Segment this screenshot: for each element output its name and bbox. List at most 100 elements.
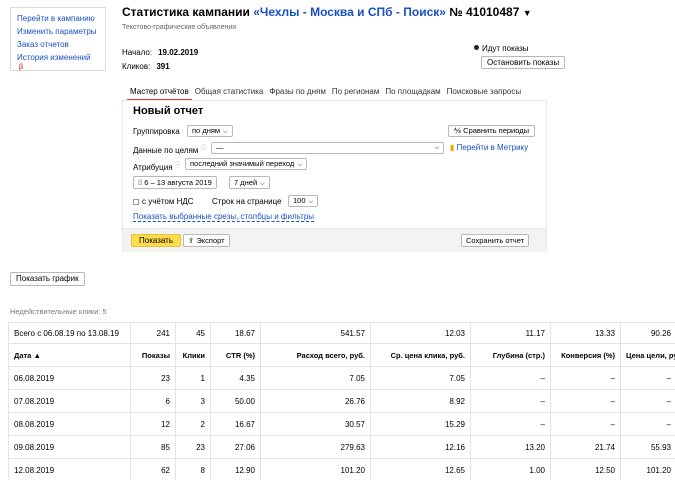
- table-cell: –: [470, 389, 551, 413]
- info-icon: ⓘ: [200, 146, 207, 152]
- column-header-impressions[interactable]: Показы: [130, 343, 176, 367]
- show-slices-link[interactable]: Показать выбранные срезы, столбцы и филь…: [133, 212, 315, 222]
- link-change-history[interactable]: История изменений: [17, 51, 99, 64]
- link-edit-params[interactable]: Изменить параметры: [17, 25, 99, 38]
- attribution-label: Атрибуция ⓘ: [133, 160, 181, 172]
- tab-report-wizard[interactable]: Мастер отчётов: [127, 86, 192, 101]
- checkbox-icon: [133, 199, 139, 205]
- export-label: Экспорт: [196, 236, 225, 245]
- attribution-select[interactable]: последний значимый переход ⌵: [185, 158, 307, 170]
- totals-cell: 11.17: [470, 322, 551, 344]
- table-cell: 12.50: [550, 458, 621, 480]
- campaign-meta: Начало: 19.02.2019 Кликов: 391: [122, 46, 198, 74]
- table-cell: 23: [175, 435, 211, 459]
- tab-search-queries[interactable]: Поисковые запросы: [444, 86, 524, 101]
- table-cell: –: [550, 366, 621, 390]
- totals-cell: 90.26: [620, 322, 675, 344]
- table-row: 12.08.2019 62 8 12.90 101.20 12.65 1.00 12.50 10…: [8, 458, 675, 480]
- save-report-button[interactable]: Сохранить отчет: [461, 234, 530, 247]
- grouping-select[interactable]: по дням ⌵: [187, 125, 233, 137]
- table-cell: 1.00: [470, 458, 551, 480]
- table-header: Дата ▲ Показы Клики CTR (%) Расход всего…: [8, 343, 675, 367]
- grouping-label: Группировка: [133, 127, 180, 136]
- start-label: Начало:: [122, 48, 153, 57]
- title-prefix: Статистика кампании: [122, 5, 250, 19]
- totals-cell: 12.03: [370, 322, 471, 344]
- metrika-link-text: Перейти в Метрику: [456, 143, 529, 152]
- totals-cell: 241: [130, 322, 176, 344]
- column-header-depth[interactable]: Глубина (стр.): [470, 343, 551, 367]
- date-range-value: 6 – 13 августа 2019: [144, 178, 212, 187]
- column-header-date[interactable]: Дата ▲: [8, 343, 131, 367]
- compare-label: Сравнить периоды: [463, 126, 530, 135]
- tab-phrases-by-day[interactable]: Фразы по дням: [266, 86, 328, 101]
- table-cell: 12.65: [370, 458, 471, 480]
- rows-per-page-label: Строк на странице: [212, 197, 282, 206]
- clicks-label: Кликов:: [122, 62, 151, 71]
- table-cell: 7.05: [370, 366, 471, 390]
- left-nav: Перейти в кампанию Изменить параметры За…: [10, 7, 106, 71]
- campaign-dropdown-icon[interactable]: ▼: [523, 8, 532, 18]
- table-cell: 30.57: [260, 412, 371, 436]
- campaign-type: Текстово-графические объявления: [122, 24, 237, 31]
- column-header-conversion[interactable]: Конверсия (%): [550, 343, 621, 367]
- clicks-value: 391: [156, 62, 170, 71]
- table-cell: –: [550, 389, 621, 413]
- campaign-number: № 41010487: [449, 5, 520, 19]
- link-go-to-campaign[interactable]: Перейти в кампанию: [17, 12, 99, 25]
- column-header-avg-cpc[interactable]: Ср. цена клика, руб.: [370, 343, 471, 367]
- vat-checkbox[interactable]: с учётом НДС: [133, 197, 194, 206]
- column-header-ctr[interactable]: CTR (%): [210, 343, 261, 367]
- tab-by-platform[interactable]: По площадкам: [382, 86, 443, 101]
- column-header-goal-cost[interactable]: Цена цели, руб.: [620, 343, 675, 367]
- table-cell: –: [550, 412, 621, 436]
- column-header-cost[interactable]: Расход всего, руб.: [260, 343, 371, 367]
- link-order-reports[interactable]: Заказ отчетов: [17, 38, 99, 51]
- table-cell: 15.29: [370, 412, 471, 436]
- totals-cell: 541.57: [260, 322, 371, 344]
- rows-per-page-select[interactable]: 100 ⌵: [288, 195, 319, 207]
- vat-label: с учётом НДС: [142, 197, 194, 206]
- stop-shows-button[interactable]: Остановить показы: [481, 56, 566, 69]
- table-cell: 13.20: [470, 435, 551, 459]
- shows-status-text: Идут показы: [482, 44, 529, 53]
- tab-by-region[interactable]: По регионам: [329, 86, 383, 101]
- table-cell: 55.93: [620, 435, 675, 459]
- goals-label: Данные по целям ⓘ: [133, 143, 206, 155]
- table-cell: 16.67: [210, 412, 261, 436]
- totals-row: Всего с 06.08.19 по 13.08.19 241 45 18.6…: [8, 322, 675, 344]
- chevron-down-icon: ⌵: [223, 129, 228, 135]
- table-cell: 50.00: [210, 389, 261, 413]
- export-button[interactable]: ⇪ Экспорт: [183, 234, 230, 247]
- row-date-cell: 12.08.2019: [8, 458, 131, 480]
- table-row: 06.08.2019 23 1 4.35 7.05 7.05– – –: [8, 366, 675, 390]
- table-cell: 62: [130, 458, 176, 480]
- chevron-down-icon: ⌵: [297, 162, 302, 168]
- report-title: Новый отчет: [133, 105, 204, 117]
- period-select[interactable]: 7 дней ⌵: [229, 176, 270, 189]
- row-date-cell: 07.08.2019: [8, 389, 131, 413]
- show-report-button[interactable]: Показать: [131, 234, 182, 247]
- column-header-clicks[interactable]: Клики: [175, 343, 211, 367]
- period-value: 7 дней: [234, 178, 258, 187]
- totals-cell: 45: [175, 322, 211, 344]
- row-date-cell: 06.08.2019: [8, 366, 131, 390]
- table-cell: 23: [130, 366, 176, 390]
- date-range-picker[interactable]: ⁞⁞ 6 – 13 августа 2019: [133, 176, 217, 189]
- table-row: 07.08.2019 6 3 50.00 26.76 8.92– – –: [8, 389, 675, 413]
- campaign-name[interactable]: «Чехлы - Москва и СПб - Поиск»: [253, 5, 446, 19]
- tab-general-stats[interactable]: Общая статистика: [192, 86, 267, 101]
- goals-select[interactable]: — ⌵: [211, 142, 444, 154]
- table-cell: 27.06: [210, 435, 261, 459]
- table-cell: –: [620, 366, 675, 390]
- start-value: 19.02.2019: [158, 48, 199, 57]
- report-footer: Показать ⇪ Экспорт Сохранить отчет: [123, 228, 546, 252]
- show-chart-button[interactable]: Показать график: [10, 272, 85, 286]
- chevron-down-icon: ⌵: [260, 181, 265, 187]
- row-date-cell: 08.08.2019: [8, 412, 131, 436]
- table-cell: 3: [175, 389, 211, 413]
- table-cell: 12: [130, 412, 176, 436]
- chevron-down-icon: ⌵: [434, 145, 439, 151]
- metrika-link[interactable]: ▮ Перейти в Метрику: [450, 143, 528, 152]
- compare-periods-button[interactable]: ⅍ Сравнить периоды: [448, 125, 536, 137]
